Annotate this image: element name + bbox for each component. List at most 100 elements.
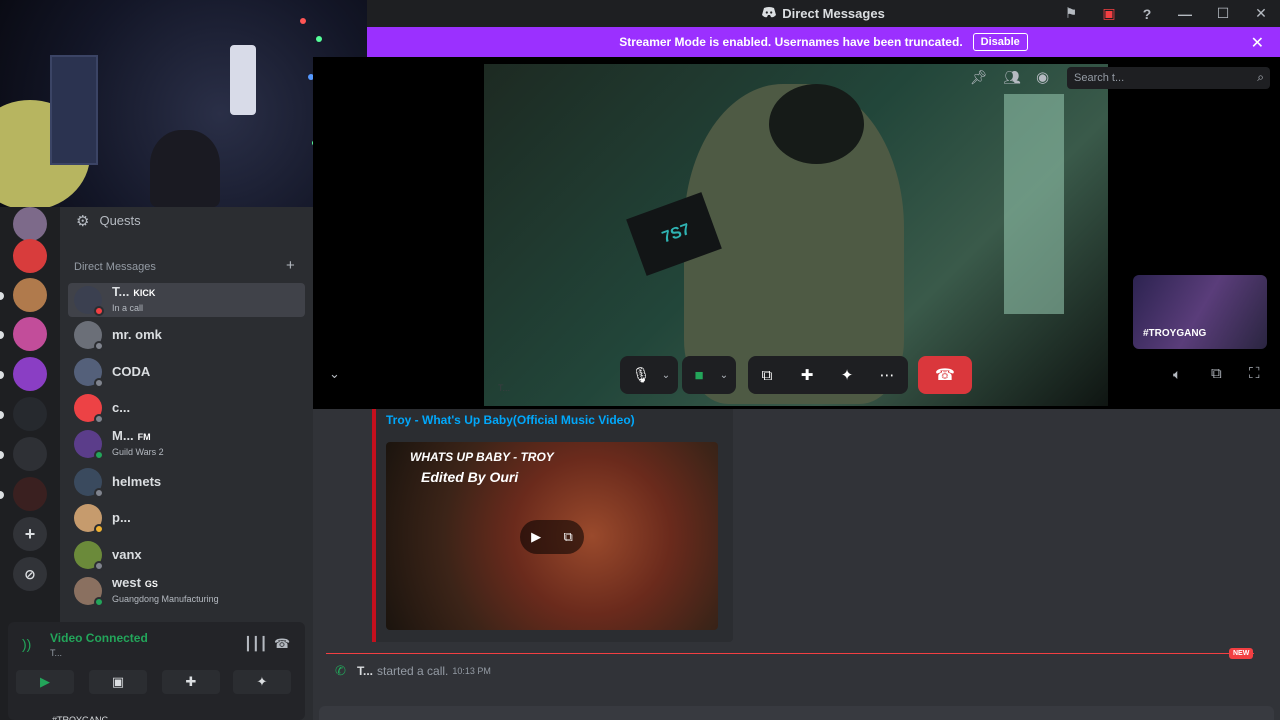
help-icon[interactable]: ? [1128, 6, 1166, 22]
status-indicator [94, 524, 104, 534]
status-indicator [94, 561, 104, 571]
dm-activity: Guangdong Manufacturing [112, 594, 219, 604]
dm-name: helmets [112, 474, 162, 489]
volume-icon[interactable]: 🔈︎ [1173, 366, 1181, 383]
dm-name: CODA [112, 364, 151, 379]
camera-chevron-icon[interactable]: ⌄ [714, 356, 734, 394]
dm-text: vanx [112, 548, 142, 562]
phone-hangup-icon: ☎ [935, 367, 955, 384]
open-external-icon[interactable]: ⧉ [564, 529, 573, 545]
dm-item[interactable]: c... [68, 391, 305, 425]
add-friend-icon[interactable]: 👥︎ [1003, 69, 1021, 86]
new-badge: NEW [1229, 648, 1254, 659]
streamer-mode-banner: Streamer Mode is enabled. Usernames have… [367, 27, 1280, 57]
phone-icon: ✆ [335, 663, 346, 678]
avatar [74, 321, 104, 351]
dm-item[interactable]: p... [68, 501, 305, 535]
dm-activity: Guild Wars 2 [112, 447, 164, 457]
activities-button[interactable]: ✚ [162, 670, 220, 694]
profile-icon[interactable]: ◉ [1036, 68, 1049, 86]
dm-name: vanx [112, 547, 142, 562]
collapse-chevron-icon[interactable]: ⌄ [329, 366, 340, 382]
video-tile[interactable]: 7S7 [484, 64, 1108, 406]
camera-icon[interactable]: ■ [688, 356, 710, 394]
soundboard-icon[interactable]: ✦ [836, 356, 858, 394]
server-icon[interactable] [13, 357, 47, 391]
dm-name: west [112, 575, 141, 590]
dm-item[interactable]: helmets [68, 465, 305, 499]
pin-icon[interactable]: 📌︎ [970, 69, 988, 86]
participant-tile[interactable]: #TROYGANG [1133, 275, 1267, 349]
close-banner-icon[interactable]: ✕ [1251, 33, 1264, 53]
video-embed: Troy - What's Up Baby(Official Music Vid… [372, 409, 733, 642]
faded-participant-name: T... [498, 383, 511, 393]
video-button[interactable]: ▶ [16, 670, 74, 694]
quests-item[interactable]: ⚙ Quests [68, 204, 305, 238]
screen-share-icon[interactable]: ▣ [1090, 5, 1128, 22]
server-icon[interactable] [13, 397, 47, 431]
play-icon[interactable]: ▶ [531, 529, 541, 545]
popout-icon[interactable]: ⧉ [1211, 365, 1222, 382]
dm-item[interactable]: west GS Guangdong Manufacturing [68, 574, 305, 608]
video-thumbnail[interactable]: WHATS UP BABY - TROY Edited By Ouri ▶ ⧉ [386, 442, 718, 630]
status-indicator [94, 488, 104, 498]
status-indicator [94, 597, 104, 607]
dm-item[interactable]: T... KICK In a call [68, 283, 305, 317]
fullscreen-icon[interactable]: ⛶ [1249, 365, 1260, 382]
server-icon[interactable] [13, 437, 47, 471]
hang-up-button[interactable]: ☎ [918, 356, 972, 394]
new-messages-divider [326, 653, 1254, 654]
window-title: Direct Messages [782, 6, 885, 21]
more-options-icon[interactable]: ⋯ [876, 356, 898, 394]
banner-text: Streamer Mode is enabled. Usernames have… [619, 35, 963, 49]
status-indicator [94, 306, 104, 316]
minimize-button[interactable]: — [1166, 6, 1204, 22]
dm-item[interactable]: mr. omk [68, 318, 305, 352]
server-icon[interactable] [13, 278, 47, 312]
server-icon[interactable] [13, 207, 47, 241]
webcam-overlay [0, 0, 367, 207]
avatar [74, 394, 104, 424]
dm-item[interactable]: M... FM Guild Wars 2 [68, 427, 305, 461]
embed-title-link[interactable]: Troy - What's Up Baby(Official Music Vid… [386, 413, 635, 427]
avatar [74, 430, 104, 460]
add-server-icon[interactable]: + [13, 517, 47, 551]
avatar [74, 504, 104, 534]
mic-chevron-icon[interactable]: ⌄ [656, 356, 676, 394]
maximize-button[interactable]: ☐ [1204, 5, 1242, 22]
thumbnail-title: WHATS UP BABY - TROY [410, 450, 554, 464]
server-icon[interactable] [13, 477, 47, 511]
search-input[interactable]: Search t... ⌕ [1067, 67, 1270, 89]
share-screen-icon[interactable]: ⧉ [756, 356, 778, 394]
server-icon[interactable] [13, 317, 47, 351]
noise-suppression-icon[interactable]: ┃┃┃ [244, 636, 267, 652]
voice-connection-panel: )) Video Connected T... ┃┃┃ ☎ ▶ ▣ ✚ ✦ #T… [8, 622, 305, 720]
play-controls[interactable]: ▶ ⧉ [520, 520, 584, 554]
add-dm-button[interactable]: + [286, 257, 295, 274]
disconnect-icon[interactable]: ☎ [274, 636, 290, 652]
dm-name: M... [112, 428, 134, 443]
screen-share-button[interactable]: ▣ [89, 670, 147, 694]
dm-name: p... [112, 510, 131, 525]
soundboard-button[interactable]: ✦ [233, 670, 291, 694]
server-icon[interactable] [13, 239, 47, 273]
status-badge: FM [137, 432, 151, 442]
discover-icon[interactable]: ⊘ [13, 557, 47, 591]
quests-icon: ⚙ [76, 213, 90, 230]
mic-icon[interactable]: 🎙︎ [630, 356, 652, 394]
status-badge: GS [144, 579, 158, 589]
activities-icon[interactable]: ✚ [796, 356, 818, 394]
close-window-button[interactable]: ✕ [1242, 5, 1280, 22]
dm-item[interactable]: vanx [68, 538, 305, 572]
message-composer[interactable] [319, 706, 1274, 720]
status-badge: KICK [133, 288, 156, 298]
dm-text: mr. omk [112, 328, 162, 342]
avatar [74, 541, 104, 571]
disable-streamer-mode-button[interactable]: Disable [972, 33, 1028, 51]
call-user[interactable]: T... [357, 664, 373, 678]
flag-icon[interactable]: ⚑ [1052, 5, 1090, 22]
dm-item[interactable]: CODA [68, 355, 305, 389]
status-indicator [94, 378, 104, 388]
call-started-message: ✆ T... started a call. 10:13 PM [335, 663, 491, 678]
dm-name: T... [112, 284, 130, 299]
